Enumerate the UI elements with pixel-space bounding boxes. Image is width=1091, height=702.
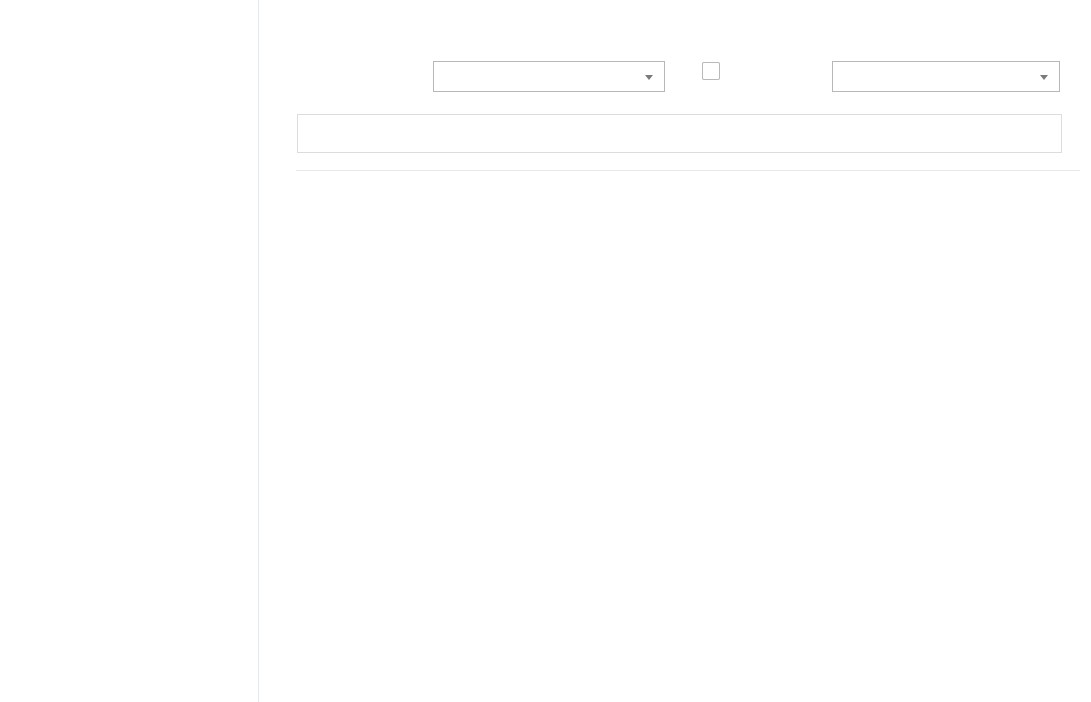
main-content — [259, 0, 1091, 702]
pages-tree — [296, 170, 1080, 171]
sidebar — [0, 0, 259, 702]
search-input[interactable] — [297, 114, 1062, 153]
caret-down-icon — [645, 75, 653, 80]
settings-for-dropdown[interactable] — [433, 61, 665, 92]
caret-down-icon — [1040, 75, 1048, 80]
enable-user-groups-checkbox[interactable] — [702, 62, 720, 80]
enable-user-groups-label — [698, 62, 794, 83]
default-dropdown[interactable] — [832, 61, 1060, 92]
